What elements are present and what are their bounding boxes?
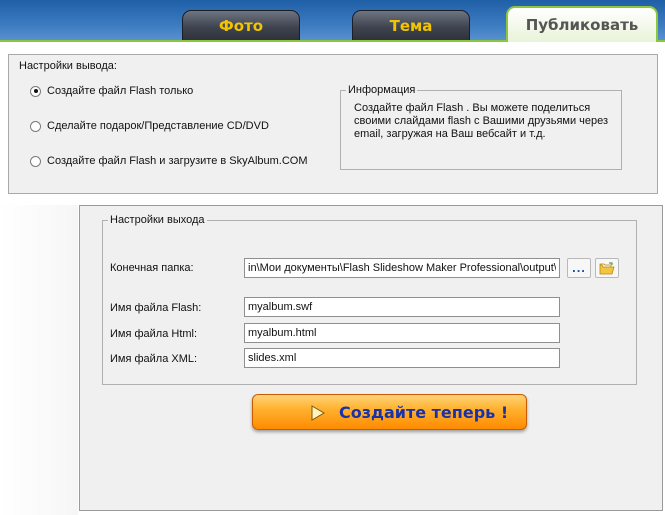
radio-button[interactable] (30, 120, 41, 132)
left-strip (0, 205, 78, 515)
tab-photo[interactable]: Фото (182, 10, 300, 40)
play-icon (311, 405, 325, 421)
folder-icon (599, 262, 615, 274)
create-now-button[interactable]: Создайте теперь ! (252, 394, 527, 430)
xml-filename-input[interactable] (244, 348, 560, 368)
radio-button[interactable] (30, 155, 41, 167)
dots-icon: ... (572, 260, 586, 275)
tab-publish[interactable]: Публиковать (506, 6, 658, 42)
flash-filename-label: Имя файла Flash: (110, 302, 202, 314)
output-options-legend: Настройки вывода: (19, 60, 117, 72)
radio-flash-upload[interactable]: Создайте файл Flash и загрузите в SkyAlb… (30, 154, 308, 168)
xml-filename-label: Имя файла XML: (110, 353, 198, 365)
radio-label: Создайте файл Flash только (47, 85, 194, 97)
output-settings-legend: Настройки выхода (108, 214, 207, 226)
create-now-label: Создайте теперь ! (339, 403, 509, 422)
flash-filename-input[interactable] (244, 297, 560, 317)
html-filename-input[interactable] (244, 323, 560, 343)
radio-label: Создайте файл Flash и загрузите в SkyAlb… (47, 155, 308, 167)
tab-theme[interactable]: Тема (352, 10, 470, 40)
info-text: Создайте файл Flash . Вы можете поделить… (354, 102, 609, 140)
info-title: Информация (346, 84, 418, 96)
radio-label: Сделайте подарок/Представление CD/DVD (47, 120, 269, 132)
html-filename-label: Имя файла Html: (110, 328, 198, 340)
radio-cd-dvd[interactable]: Сделайте подарок/Представление CD/DVD (30, 119, 269, 133)
folder-input[interactable] (244, 258, 560, 278)
radio-flash-only[interactable]: Создайте файл Flash только (30, 84, 193, 98)
open-folder-button[interactable] (595, 258, 619, 278)
folder-label: Конечная папка: (110, 262, 194, 274)
browse-button[interactable]: ... (567, 258, 591, 278)
radio-button[interactable] (30, 85, 41, 97)
